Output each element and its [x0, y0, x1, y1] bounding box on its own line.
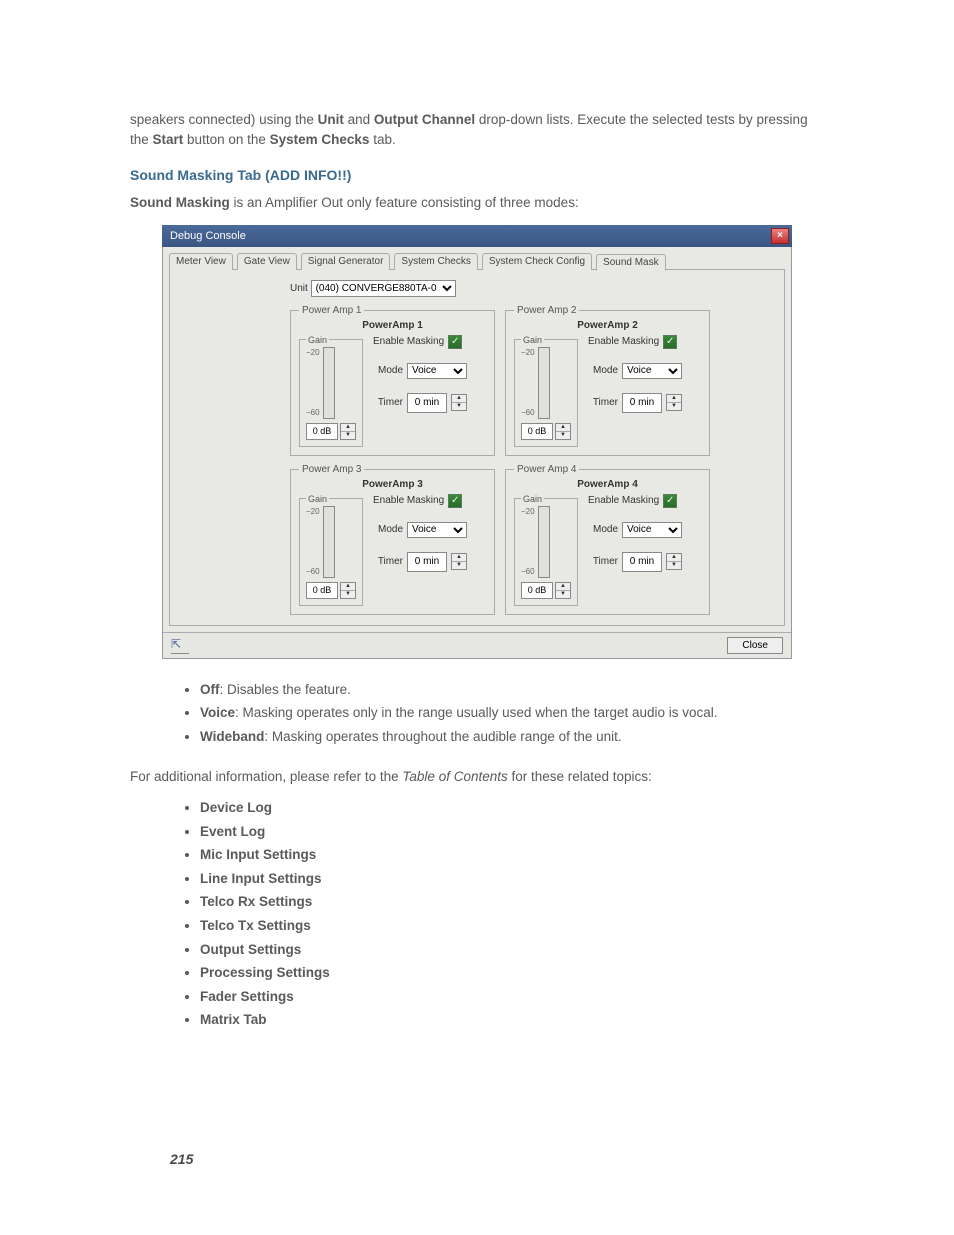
- enable-masking-toggle[interactable]: ✓: [448, 335, 462, 349]
- timer-value[interactable]: [407, 552, 447, 572]
- related-topic: Processing Settings: [200, 962, 824, 984]
- related-topic: Line Input Settings: [200, 868, 824, 890]
- intro-paragraph: Sound Masking is an Amplifier Out only f…: [130, 193, 824, 213]
- amp-legend: Power Amp 2: [514, 305, 579, 316]
- amp-title: PowerAmp 4: [514, 479, 701, 490]
- close-icon[interactable]: ×: [771, 228, 789, 244]
- mode-item: Wideband: Masking operates throughout th…: [200, 726, 824, 748]
- gain-spinner[interactable]: ▲▼: [555, 582, 571, 599]
- related-topic: Event Log: [200, 821, 824, 843]
- amp-title: PowerAmp 3: [299, 479, 486, 490]
- pin-icon[interactable]: ⇱: [171, 637, 189, 654]
- page-number: 215: [170, 1151, 824, 1167]
- gain-meter: [538, 347, 550, 419]
- gain-value[interactable]: [306, 582, 338, 599]
- amp-legend: Power Amp 1: [299, 305, 364, 316]
- mode-select[interactable]: Voice: [407, 363, 467, 379]
- gain-meter: [323, 506, 335, 578]
- mode-select[interactable]: Voice: [622, 522, 682, 538]
- timer-spinner[interactable]: ▲▼: [451, 394, 467, 411]
- tab-system-checks[interactable]: System Checks: [394, 253, 477, 270]
- debug-console-screenshot: Debug Console × Meter ViewGate ViewSigna…: [162, 225, 792, 659]
- window-title: Debug Console: [170, 230, 246, 242]
- tab-gate-view[interactable]: Gate View: [237, 253, 297, 270]
- related-topic: Telco Tx Settings: [200, 915, 824, 937]
- timer-value[interactable]: [407, 393, 447, 413]
- modes-list: Off: Disables the feature.Voice: Masking…: [160, 679, 824, 748]
- tab-system-check-config[interactable]: System Check Config: [482, 253, 592, 270]
- timer-value[interactable]: [622, 552, 662, 572]
- enable-masking-label: Enable Masking: [373, 495, 444, 506]
- enable-masking-label: Enable Masking: [373, 336, 444, 347]
- amp-title: PowerAmp 2: [514, 320, 701, 331]
- tab-meter-view[interactable]: Meter View: [169, 253, 233, 270]
- enable-masking-label: Enable Masking: [588, 495, 659, 506]
- mode-select[interactable]: Voice: [407, 522, 467, 538]
- gain-spinner[interactable]: ▲▼: [340, 582, 356, 599]
- power-amp-1: Power Amp 1PowerAmp 1Gain−20−60▲▼Enable …: [290, 305, 495, 456]
- mode-item: Voice: Masking operates only in the rang…: [200, 702, 824, 724]
- related-topic: Output Settings: [200, 939, 824, 961]
- gain-meter: [323, 347, 335, 419]
- power-amp-2: Power Amp 2PowerAmp 2Gain−20−60▲▼Enable …: [505, 305, 710, 456]
- gain-meter: [538, 506, 550, 578]
- gain-spinner[interactable]: ▲▼: [340, 423, 356, 440]
- related-topic: Mic Input Settings: [200, 844, 824, 866]
- enable-masking-toggle[interactable]: ✓: [448, 494, 462, 508]
- tab-sound-mask[interactable]: Sound Mask: [596, 254, 666, 271]
- related-topic: Telco Rx Settings: [200, 891, 824, 913]
- amp-legend: Power Amp 3: [299, 464, 364, 475]
- mode-select[interactable]: Voice: [622, 363, 682, 379]
- related-topics-list: Device LogEvent LogMic Input SettingsLin…: [160, 797, 824, 1031]
- gain-value[interactable]: [521, 423, 553, 440]
- enable-masking-toggle[interactable]: ✓: [663, 494, 677, 508]
- gain-value[interactable]: [521, 582, 553, 599]
- unit-label: Unit: [290, 283, 308, 294]
- amp-legend: Power Amp 4: [514, 464, 579, 475]
- power-amp-4: Power Amp 4PowerAmp 4Gain−20−60▲▼Enable …: [505, 464, 710, 615]
- power-amp-3: Power Amp 3PowerAmp 3Gain−20−60▲▼Enable …: [290, 464, 495, 615]
- unit-select[interactable]: (040) CONVERGE880TA-0: [311, 280, 456, 297]
- gain-spinner[interactable]: ▲▼: [555, 423, 571, 440]
- timer-spinner[interactable]: ▲▼: [666, 553, 682, 570]
- gain-value[interactable]: [306, 423, 338, 440]
- tab-signal-generator[interactable]: Signal Generator: [301, 253, 391, 270]
- additional-info: For additional information, please refer…: [130, 767, 824, 787]
- related-topic: Matrix Tab: [200, 1009, 824, 1031]
- timer-spinner[interactable]: ▲▼: [451, 553, 467, 570]
- intro-fragment: speakers connected) using the Unit and O…: [130, 110, 824, 149]
- close-button[interactable]: Close: [727, 637, 783, 654]
- amp-title: PowerAmp 1: [299, 320, 486, 331]
- mode-item: Off: Disables the feature.: [200, 679, 824, 701]
- related-topic: Fader Settings: [200, 986, 824, 1008]
- timer-value[interactable]: [622, 393, 662, 413]
- section-heading: Sound Masking Tab (ADD INFO!!): [130, 167, 824, 183]
- related-topic: Device Log: [200, 797, 824, 819]
- enable-masking-toggle[interactable]: ✓: [663, 335, 677, 349]
- enable-masking-label: Enable Masking: [588, 336, 659, 347]
- timer-spinner[interactable]: ▲▼: [666, 394, 682, 411]
